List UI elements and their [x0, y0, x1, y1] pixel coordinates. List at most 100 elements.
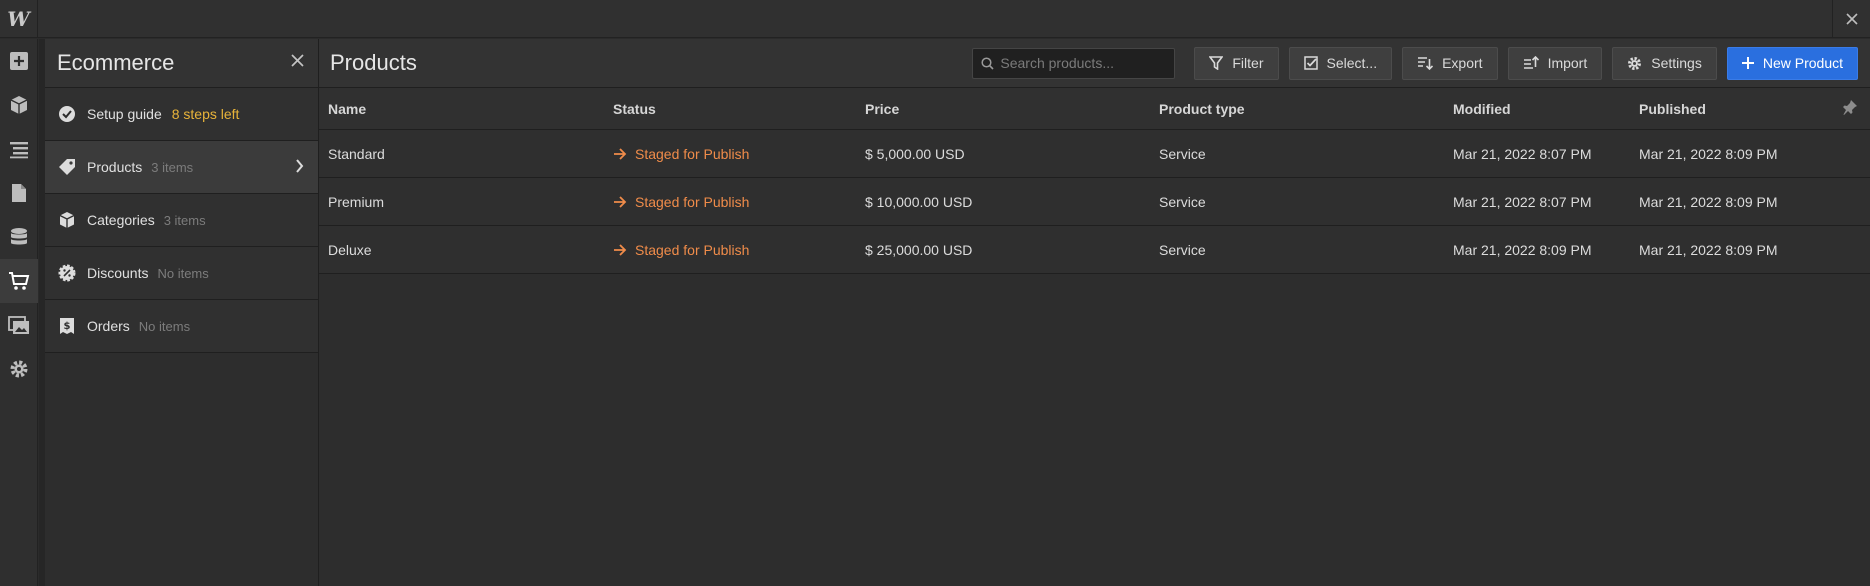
status-text: Staged for Publish: [635, 193, 750, 210]
rail-pages-button[interactable]: [0, 171, 38, 215]
discount-icon: [57, 263, 77, 283]
add-panel-icon: [10, 52, 28, 70]
pages-icon: [12, 184, 26, 202]
export-icon: [1417, 56, 1434, 70]
products-header: Products Filter Select... Export Import: [319, 39, 1870, 88]
panel-item-label: Products: [87, 159, 143, 175]
cell-product-type: Service: [1159, 145, 1206, 162]
panel-item-label: Orders: [87, 318, 130, 334]
chevron-right-icon: [295, 158, 304, 176]
panel-item-label: Setup guide: [87, 106, 162, 122]
ecommerce-icon: [9, 272, 30, 290]
pin-icon: [1843, 100, 1857, 115]
close-icon: [291, 54, 304, 67]
panel-item-products[interactable]: Products 3 items: [45, 141, 318, 194]
cell-published: Mar 21, 2022 8:09 PM: [1639, 145, 1778, 162]
panel-item-orders[interactable]: $ Orders No items: [45, 300, 318, 353]
cell-modified: Mar 21, 2022 8:07 PM: [1453, 145, 1592, 162]
status-text: Staged for Publish: [635, 145, 750, 162]
left-icon-rail: [0, 39, 38, 586]
cell-product-type: Service: [1159, 193, 1206, 210]
rail-cms-button[interactable]: [0, 215, 38, 259]
rail-add-button[interactable]: [0, 39, 38, 83]
panel-header: Ecommerce: [45, 39, 318, 88]
cell-modified: Mar 21, 2022 8:09 PM: [1453, 241, 1592, 258]
arrow-right-icon: [614, 147, 627, 160]
cell-price: $ 5,000.00 USD: [865, 145, 965, 162]
setup-steps-left: 8 steps left: [171, 106, 240, 122]
panel-item-count: No items: [138, 318, 191, 334]
import-button[interactable]: Import: [1507, 46, 1603, 80]
panel-item-count: 3 items: [163, 212, 206, 228]
checkbox-icon: [1303, 56, 1318, 70]
check-circle-icon: [57, 104, 77, 124]
close-icon: [1845, 13, 1858, 25]
page-title: Products: [330, 50, 417, 75]
table-row[interactable]: Deluxe Staged for Publish $ 25,000.00 US…: [319, 226, 1870, 274]
close-editor-button[interactable]: [1832, 0, 1870, 38]
components-icon: [10, 96, 28, 114]
search-box: [972, 47, 1176, 79]
search-input[interactable]: [1000, 55, 1171, 71]
cell-published: Mar 21, 2022 8:09 PM: [1639, 241, 1778, 258]
panel-item-label: Categories: [87, 212, 155, 228]
box-icon: [57, 210, 77, 230]
assets-icon: [8, 316, 29, 334]
arrow-right-icon: [614, 195, 627, 208]
filter-button[interactable]: Filter: [1194, 46, 1279, 80]
status-text: Staged for Publish: [635, 241, 750, 258]
table-row[interactable]: Standard Staged for Publish $ 5,000.00 U…: [319, 130, 1870, 178]
rail-components-button[interactable]: [0, 83, 38, 127]
column-header-status[interactable]: Status: [613, 101, 865, 117]
top-bar: W: [0, 0, 1870, 38]
table-header: Name Status Price Product type Modified …: [319, 88, 1870, 130]
cell-status: Staged for Publish: [613, 146, 865, 162]
rail-assets-button[interactable]: [0, 303, 38, 347]
receipt-icon: $: [57, 316, 77, 336]
svg-text:$: $: [64, 321, 71, 332]
plus-icon: [1741, 57, 1754, 69]
panel-close-button[interactable]: [291, 54, 304, 72]
toolbar: Filter Select... Export Import Settings …: [972, 46, 1858, 80]
panel-item-setup-guide[interactable]: Setup guide 8 steps left: [45, 88, 318, 141]
rail-settings-button[interactable]: [0, 347, 38, 391]
navigator-icon: [10, 142, 28, 159]
cell-price: $ 10,000.00 USD: [865, 193, 973, 210]
column-header-published[interactable]: Published: [1639, 101, 1829, 117]
tag-icon: [57, 157, 77, 177]
rail-ecommerce-button[interactable]: [0, 259, 38, 303]
cell-status: Staged for Publish: [613, 242, 865, 258]
settings-button[interactable]: Settings: [1612, 46, 1717, 80]
panel-item-count: No items: [157, 265, 209, 281]
column-header-price[interactable]: Price: [865, 101, 1159, 117]
filter-icon: [1209, 56, 1224, 70]
cell-name: Standard: [328, 145, 385, 162]
panel-title: Ecommerce: [57, 50, 175, 75]
import-icon: [1523, 56, 1539, 70]
rail-navigator-button[interactable]: [0, 127, 38, 171]
panel-item-discounts[interactable]: Discounts No items: [45, 247, 318, 300]
cell-modified: Mar 21, 2022 8:07 PM: [1453, 193, 1592, 210]
select-button[interactable]: Select...: [1288, 46, 1393, 80]
cms-icon: [11, 228, 27, 245]
column-header-modified[interactable]: Modified: [1453, 101, 1639, 117]
table-row[interactable]: Premium Staged for Publish $ 10,000.00 U…: [319, 178, 1870, 226]
pin-column-button[interactable]: [1842, 99, 1858, 118]
export-button[interactable]: Export: [1402, 46, 1498, 80]
ecommerce-panel: Ecommerce Setup guide 8 steps left Produ…: [45, 39, 319, 586]
panel-item-label: Discounts: [87, 265, 149, 281]
search-icon: [981, 56, 994, 70]
cell-price: $ 25,000.00 USD: [865, 241, 973, 258]
cell-product-type: Service: [1159, 241, 1206, 258]
column-header-product-type[interactable]: Product type: [1159, 101, 1453, 117]
new-product-button[interactable]: New Product: [1726, 46, 1858, 80]
settings-icon: [10, 360, 28, 378]
panel-item-categories[interactable]: Categories 3 items: [45, 194, 318, 247]
column-header-name[interactable]: Name: [319, 101, 613, 117]
products-view: Products Filter Select... Export Import: [319, 39, 1870, 586]
cell-status: Staged for Publish: [613, 194, 865, 210]
webflow-logo[interactable]: W: [0, 0, 38, 38]
cell-name: Premium: [328, 193, 385, 210]
arrow-right-icon: [614, 243, 627, 256]
cell-name: Deluxe: [328, 241, 372, 258]
